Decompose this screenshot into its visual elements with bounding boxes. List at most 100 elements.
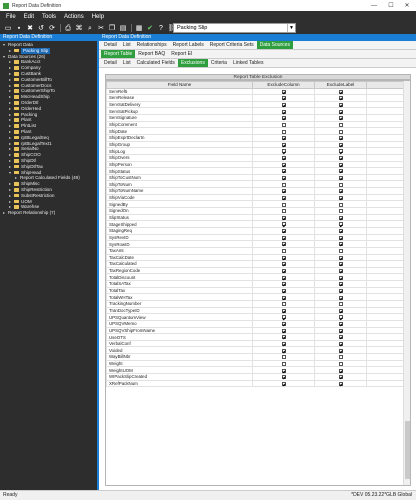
- table-row[interactable]: ServRelease: [106, 94, 410, 102]
- exclude-column-checkbox[interactable]: [281, 242, 286, 247]
- table-row[interactable]: Weight: [106, 359, 410, 368]
- table-row[interactable]: ServSatDelivery: [106, 100, 410, 109]
- table-row[interactable]: ShipComment: [106, 120, 410, 129]
- exclude-label-checkbox[interactable]: [338, 288, 343, 293]
- exclude-column-checkbox[interactable]: [281, 175, 286, 180]
- exclude-column-checkbox[interactable]: [281, 215, 286, 220]
- tree-node[interactable]: ▸ Report Relationship (7): [0, 210, 97, 216]
- exclude-column-checkbox[interactable]: [281, 342, 286, 346]
- table-row[interactable]: SlipStatus: [106, 213, 410, 222]
- table-row[interactable]: UPSQuantumView: [106, 313, 410, 321]
- table-row[interactable]: VerbalConf: [106, 339, 410, 348]
- tab-calculated-fields[interactable]: Calculated Fields: [134, 59, 178, 67]
- exclude-label-checkbox[interactable]: [338, 142, 343, 147]
- scrollbar-thumb[interactable]: [405, 421, 410, 479]
- tab-detail[interactable]: Detail: [101, 59, 120, 67]
- exclude-column-checkbox[interactable]: [281, 102, 286, 107]
- close-button[interactable]: ✕: [399, 0, 415, 11]
- exclude-column-checkbox[interactable]: [281, 355, 286, 360]
- exclude-label-checkbox[interactable]: [338, 222, 343, 227]
- table-row[interactable]: WeightUOM: [106, 366, 410, 375]
- tab-data-sources[interactable]: Data Sources: [256, 41, 293, 49]
- table-row[interactable]: ShipStatus: [106, 167, 410, 175]
- tab-list[interactable]: List: [120, 59, 134, 67]
- exclude-label-checkbox[interactable]: [338, 129, 343, 134]
- exclude-column-checkbox[interactable]: [281, 209, 286, 214]
- table-row[interactable]: ShipDate: [106, 127, 410, 135]
- table-row[interactable]: SysRevID: [106, 233, 410, 242]
- search-icon[interactable]: ⌕: [86, 24, 94, 32]
- table-row[interactable]: ServRef5: [106, 87, 410, 96]
- table-row[interactable]: TaxCalculated: [106, 260, 410, 268]
- exclude-column-checkbox[interactable]: [281, 202, 286, 207]
- exclude-column-checkbox[interactable]: [281, 295, 286, 300]
- exclude-column-checkbox[interactable]: [281, 381, 286, 386]
- check-icon[interactable]: ✔: [146, 24, 154, 32]
- new-icon[interactable]: ▭: [4, 24, 12, 32]
- exclude-label-checkbox[interactable]: [338, 282, 343, 287]
- exclude-label-checkbox[interactable]: [338, 322, 343, 327]
- exclude-label-checkbox[interactable]: [338, 136, 343, 141]
- exclude-label-checkbox[interactable]: [338, 182, 343, 187]
- tab-detail[interactable]: Detail: [101, 41, 120, 49]
- tab-linked-tables[interactable]: Linked Tables: [230, 59, 267, 67]
- exclude-column-checkbox[interactable]: [281, 335, 286, 340]
- table-row[interactable]: StagingReq: [106, 226, 410, 235]
- tab-report-ei[interactable]: Report EI: [168, 50, 195, 58]
- exclude-label-checkbox[interactable]: [338, 202, 343, 207]
- exclude-label-checkbox[interactable]: [338, 335, 343, 340]
- table-row[interactable]: ShipToNum: [106, 180, 410, 189]
- exclude-column-checkbox[interactable]: [281, 109, 286, 114]
- exclude-label-checkbox[interactable]: [338, 308, 343, 313]
- table-row[interactable]: TotalWHTax: [106, 293, 410, 301]
- exclude-label-checkbox[interactable]: [338, 361, 343, 366]
- exclude-column-checkbox[interactable]: [281, 136, 286, 141]
- exclude-column-checkbox[interactable]: [281, 182, 286, 187]
- exclude-label-checkbox[interactable]: [338, 149, 343, 154]
- tab-relationships[interactable]: Relationships: [134, 41, 170, 49]
- table-row[interactable]: TrackingNumber: [106, 300, 410, 308]
- exclude-label-checkbox[interactable]: [338, 209, 343, 214]
- print-icon[interactable]: ⎙: [64, 24, 72, 32]
- exclude-label-checkbox[interactable]: [338, 275, 343, 280]
- tab-exclusions[interactable]: Exclusions: [177, 59, 208, 67]
- exclude-label-checkbox[interactable]: [338, 255, 343, 260]
- exclude-column-checkbox[interactable]: [281, 129, 286, 134]
- exclude-column-checkbox[interactable]: [281, 375, 286, 380]
- save-icon[interactable]: ▪: [15, 24, 23, 32]
- table-row[interactable]: SignedBy: [106, 200, 410, 209]
- exclude-label-checkbox[interactable]: [338, 262, 343, 267]
- exclude-column-checkbox[interactable]: [281, 156, 286, 161]
- exclude-label-checkbox[interactable]: [338, 302, 343, 307]
- table-row[interactable]: UPSQVShipFromName: [106, 326, 410, 335]
- table-row[interactable]: UPSQVMemo: [106, 319, 410, 328]
- refresh-icon[interactable]: ⟳: [48, 24, 56, 32]
- table-row[interactable]: SignedOn: [106, 207, 410, 215]
- exclude-label-checkbox[interactable]: [338, 195, 343, 200]
- menu-edit[interactable]: Edit: [24, 14, 34, 20]
- exclude-column-checkbox[interactable]: [281, 96, 286, 101]
- exclude-column-checkbox[interactable]: [281, 348, 286, 353]
- exclude-label-checkbox[interactable]: [338, 381, 343, 386]
- exclude-column-checkbox[interactable]: [281, 302, 286, 307]
- table-row[interactable]: ShipLog: [106, 147, 410, 155]
- menu-file[interactable]: File: [6, 14, 16, 20]
- tab-list[interactable]: List: [120, 41, 134, 49]
- menu-help[interactable]: Help: [92, 14, 104, 20]
- exclude-column-checkbox[interactable]: [281, 89, 286, 94]
- table-row[interactable]: ShipGroup: [106, 140, 410, 149]
- exclude-column-checkbox[interactable]: [281, 322, 286, 327]
- exclude-column-checkbox[interactable]: [281, 268, 286, 273]
- table-row[interactable]: TaxCalcDate: [106, 253, 410, 262]
- table-row[interactable]: ShipToCustNum: [106, 173, 410, 182]
- exclude-column-checkbox[interactable]: [281, 361, 286, 366]
- exclude-column-checkbox[interactable]: [281, 116, 286, 121]
- exclude-label-checkbox[interactable]: [338, 242, 343, 247]
- exclude-label-checkbox[interactable]: [338, 89, 343, 94]
- tab-report-labels[interactable]: Report Labels: [170, 41, 207, 49]
- table-row[interactable]: ServSatPickup: [106, 107, 410, 116]
- exclude-label-checkbox[interactable]: [338, 215, 343, 220]
- table-row[interactable]: ShipOvers: [106, 153, 410, 162]
- delete-icon[interactable]: ✖: [26, 24, 34, 32]
- exclude-column-checkbox[interactable]: [281, 169, 286, 174]
